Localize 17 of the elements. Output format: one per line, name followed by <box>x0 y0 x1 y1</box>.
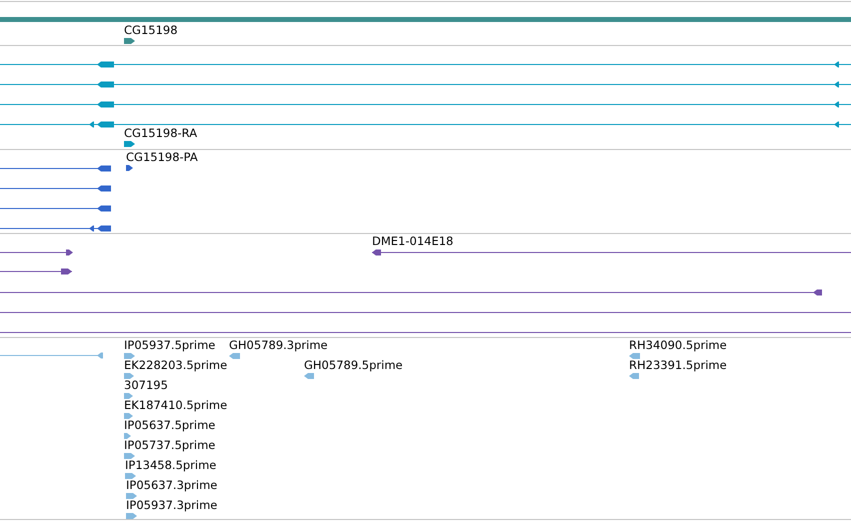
feature-label[interactable]: CG15198-PA <box>126 150 198 164</box>
feature-label[interactable]: 307195 <box>124 378 168 392</box>
feature-label[interactable]: DME1-014E18 <box>372 234 454 248</box>
feature-label[interactable]: IP05937.5prime <box>124 338 216 352</box>
feature-label[interactable]: CG15198-RA <box>124 126 198 140</box>
feature-label[interactable]: EK187410.5prime <box>124 398 228 412</box>
feature-label[interactable]: RH23391.5prime <box>629 358 727 372</box>
feature-label[interactable]: EK228203.5prime <box>124 358 228 372</box>
feature-label[interactable]: GH05789.3prime <box>229 338 328 352</box>
feature-label[interactable]: IP05937.3prime <box>126 498 218 512</box>
feature-label[interactable]: IP05637.5prime <box>124 418 216 432</box>
feature-label[interactable]: IP13458.5prime <box>125 458 216 472</box>
feature-label[interactable]: IP05637.3prime <box>126 478 218 492</box>
feature-label[interactable]: GH05789.5prime <box>304 358 403 372</box>
feature-label[interactable]: RH34090.5prime <box>629 338 727 352</box>
feature-label[interactable]: CG15198 <box>124 23 178 37</box>
feature-label[interactable]: IP05737.5prime <box>124 438 216 452</box>
